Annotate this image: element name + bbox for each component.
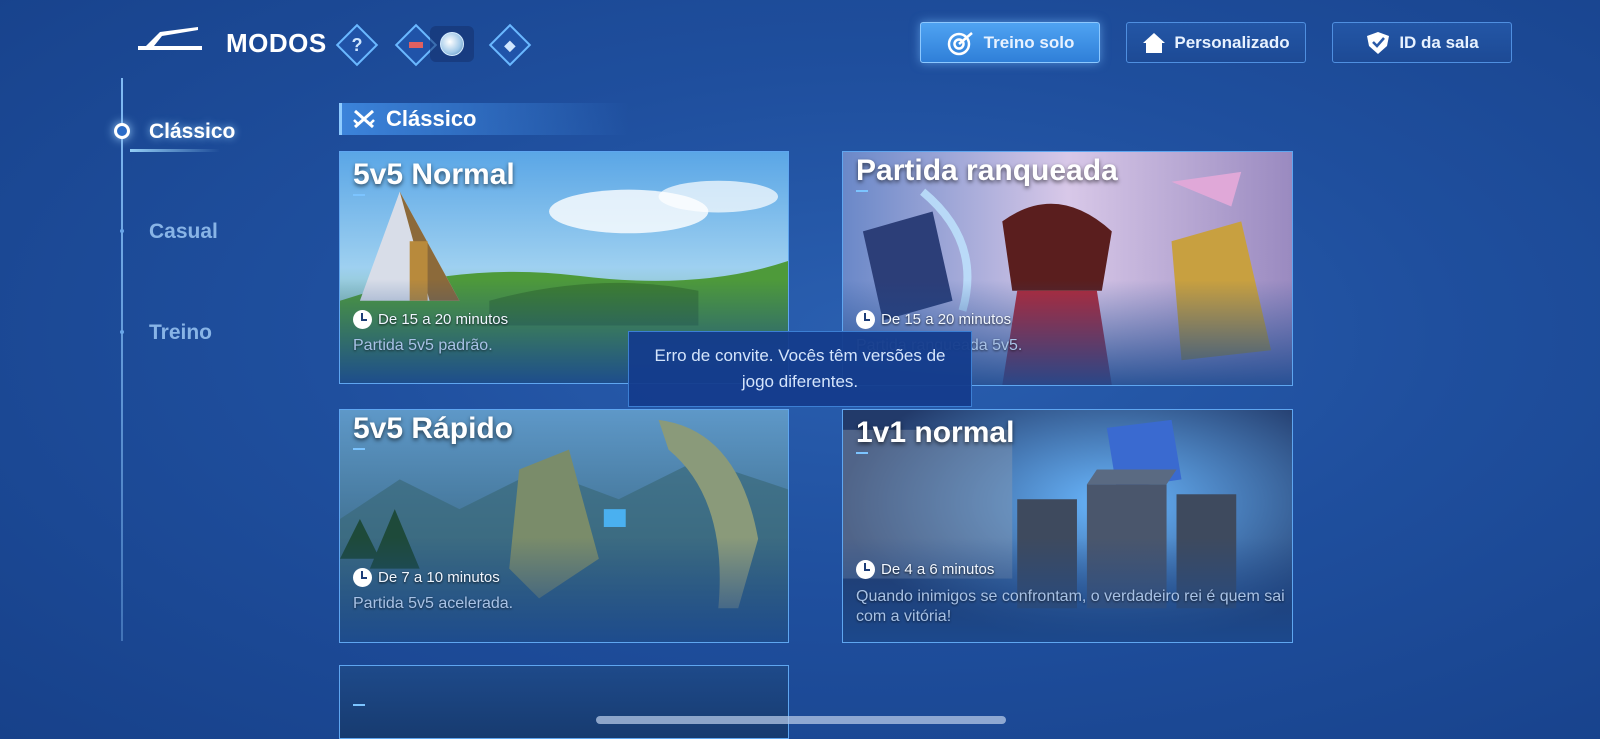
treino-solo-button[interactable]: Treino solo <box>920 22 1100 63</box>
sidebar-item-treino[interactable]: Treino <box>149 321 212 345</box>
back-logo-icon[interactable] <box>134 26 206 54</box>
personalizado-button[interactable]: Personalizado <box>1126 22 1306 63</box>
shield-icon <box>1367 31 1390 54</box>
page-title: MODOS <box>226 28 327 58</box>
card-title: 5v5 Rápido <box>353 412 514 450</box>
card-duration-text: De 15 a 20 minutos <box>378 311 509 328</box>
clock-icon <box>353 568 372 587</box>
id-da-sala-label: ID da sala <box>1399 32 1479 52</box>
sidebar-item-classico[interactable]: Clássico <box>149 120 235 144</box>
target-icon <box>947 31 973 55</box>
card-duration: De 7 a 10 minutos <box>353 568 500 587</box>
sidebar-active-indicator <box>114 123 130 139</box>
card-duration: De 15 a 20 minutos <box>856 310 1011 329</box>
mode-card-5v5-rapido[interactable]: 5v5 Rápido De 7 a 10 minutos Partida 5v5… <box>339 409 789 643</box>
card-title-underline <box>353 704 365 706</box>
sidebar-dot-casual <box>120 229 124 233</box>
helmet-icon[interactable]: ◆ <box>488 23 532 67</box>
sidebar-active-glow <box>130 149 220 152</box>
card-duration-text: De 7 a 10 minutos <box>378 569 500 586</box>
mode-card-partial[interactable] <box>339 665 789 739</box>
section-header: Clássico <box>339 103 629 135</box>
help-icon: ? <box>351 34 363 55</box>
sidebar-track <box>121 78 123 641</box>
id-da-sala-button[interactable]: ID da sala <box>1332 22 1512 63</box>
section-title: Clássico <box>386 106 477 131</box>
card-description: Quando inimigos se confrontam, o verdade… <box>856 588 1285 625</box>
error-toast: Erro de convite. Vocês têm versões de jo… <box>628 331 972 407</box>
home-indicator[interactable] <box>596 716 1006 724</box>
home-icon <box>1143 32 1166 53</box>
card-duration-text: De 4 a 6 minutos <box>881 561 995 578</box>
card-duration-text: De 15 a 20 minutos <box>881 311 1012 328</box>
card-duration: De 15 a 20 minutos <box>353 310 508 329</box>
treino-solo-label: Treino solo <box>983 32 1075 52</box>
clock-icon <box>856 560 875 579</box>
crossed-swords-icon <box>353 109 375 129</box>
globe-icon[interactable] <box>440 32 464 56</box>
sidebar-item-casual[interactable]: Casual <box>149 220 218 244</box>
help-button[interactable]: ? <box>335 23 379 67</box>
personalizado-label: Personalizado <box>1174 32 1290 52</box>
clock-icon <box>856 310 875 329</box>
card-description: Partida 5v5 acelerada. <box>353 595 514 612</box>
device-watermark <box>4 300 22 450</box>
sidebar-dot-treino <box>120 330 124 334</box>
card-description: Partida 5v5 padrão. <box>353 337 493 354</box>
card-title: 1v1 normal <box>856 416 1015 454</box>
clock-icon <box>353 310 372 329</box>
mode-card-1v1-normal[interactable]: 1v1 normal De 4 a 6 minutos Quando inimi… <box>842 409 1293 643</box>
card-title: Partida ranqueada <box>856 154 1118 192</box>
card-duration: De 4 a 6 minutos <box>856 560 994 579</box>
card-title: 5v5 Normal <box>353 158 515 196</box>
